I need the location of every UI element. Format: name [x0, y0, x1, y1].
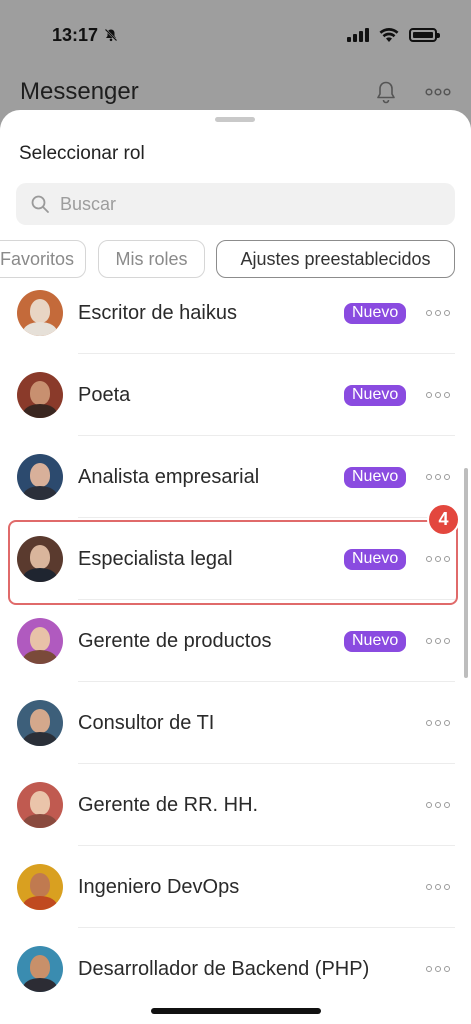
list-item-especialista-legal[interactable]: Especialista legal Nuevo: [0, 518, 471, 600]
filter-chips: Favoritos Mis roles Ajustes preestableci…: [0, 240, 471, 278]
notifications-bell-icon[interactable]: [375, 80, 397, 104]
chip-mis-roles[interactable]: Mis roles: [98, 240, 205, 278]
chip-label: Favoritos: [0, 248, 75, 269]
new-badge: Nuevo: [344, 466, 407, 488]
search-bar[interactable]: [16, 183, 455, 225]
wifi-icon: [379, 28, 399, 42]
list-item-escritor-de-haikus[interactable]: Escritor de haikus Nuevo: [0, 288, 471, 354]
role-name: Gerente de productos: [78, 629, 272, 652]
chip-label: Mis roles: [115, 248, 188, 269]
role-name: Gerente de RR. HH.: [78, 793, 259, 816]
role-name: Especialista legal: [78, 547, 233, 570]
chip-favoritos[interactable]: Favoritos: [0, 240, 86, 278]
list-item-ingeniero-devops[interactable]: Ingeniero DevOps: [0, 846, 471, 928]
list-item-desarrollador-de-backend-php[interactable]: Desarrollador de Backend (PHP): [0, 928, 471, 1008]
sheet-title: Seleccionar rol: [19, 143, 145, 164]
scrollbar[interactable]: [464, 468, 468, 678]
bell-off-icon: [104, 28, 118, 42]
role-name: Ingeniero DevOps: [78, 875, 240, 898]
battery-icon: [409, 28, 440, 42]
search-input[interactable]: [60, 193, 420, 215]
avatar: [17, 618, 63, 664]
new-badge: Nuevo: [344, 548, 407, 570]
list-item-poeta[interactable]: Poeta Nuevo: [0, 354, 471, 436]
avatar: [17, 454, 63, 500]
avatar: [17, 372, 63, 418]
more-options-icon[interactable]: [426, 638, 450, 644]
more-options-icon[interactable]: [426, 966, 450, 972]
clock: 13:17: [52, 25, 118, 46]
status-bar: 13:17: [0, 0, 471, 70]
new-badge: Nuevo: [344, 630, 407, 652]
avatar: [17, 946, 63, 992]
sheet-grabber[interactable]: [215, 117, 255, 122]
list-item-gerente-de-productos[interactable]: Gerente de productos Nuevo: [0, 600, 471, 682]
more-options-icon[interactable]: [426, 884, 450, 890]
avatar: [17, 782, 63, 828]
avatar: [17, 700, 63, 746]
clock-time: 13:17: [52, 24, 99, 45]
role-name: Consultor de TI: [78, 711, 215, 734]
cellular-signal-icon: [347, 28, 369, 42]
avatar: [17, 536, 63, 582]
role-name: Analista empresarial: [78, 465, 260, 488]
role-name: Poeta: [78, 383, 131, 406]
role-name: Escritor de haikus: [78, 301, 237, 324]
app-header: Messenger: [0, 72, 471, 112]
chip-ajustes-preestablecidos[interactable]: Ajustes preestablecidos: [216, 240, 455, 278]
step-marker: 4: [427, 503, 460, 536]
new-badge: Nuevo: [344, 302, 407, 324]
list-item-gerente-de-rr-hh[interactable]: Gerente de RR. HH.: [0, 764, 471, 846]
more-options-icon[interactable]: [426, 802, 450, 808]
app-title: Messenger: [20, 78, 139, 105]
more-options-icon[interactable]: [426, 474, 450, 480]
select-role-sheet: Seleccionar rol Favoritos Mis roles Ajus…: [0, 110, 471, 1024]
home-indicator[interactable]: [151, 1008, 321, 1014]
chip-label: Ajustes preestablecidos: [240, 248, 431, 269]
more-options-icon[interactable]: [426, 392, 450, 398]
roles-list: Escritor de haikus Nuevo Poeta Nuevo Ana…: [0, 288, 471, 1008]
more-options-icon[interactable]: [426, 556, 450, 562]
more-options-icon[interactable]: [426, 720, 450, 726]
avatar: [17, 864, 63, 910]
role-name: Desarrollador de Backend (PHP): [78, 957, 370, 980]
list-item-consultor-de-ti[interactable]: Consultor de TI: [0, 682, 471, 764]
more-options-icon[interactable]: [426, 310, 450, 316]
more-options-icon[interactable]: [425, 88, 451, 96]
list-item-analista-empresarial[interactable]: Analista empresarial Nuevo: [0, 436, 471, 518]
avatar: [17, 290, 63, 336]
new-badge: Nuevo: [344, 384, 407, 406]
search-icon: [31, 195, 49, 213]
